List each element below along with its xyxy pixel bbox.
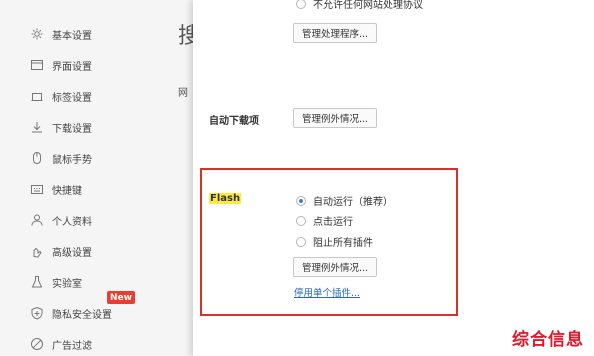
sidebar-item-label: 标签设置 [52, 92, 92, 104]
manage-handlers-button[interactable]: 管理处理程序... [293, 23, 378, 43]
mouse-icon [30, 151, 44, 165]
sidebar-item-label: 下载设置 [52, 123, 92, 135]
sidebar-item-interface-settings[interactable]: 界面设置 [30, 55, 92, 75]
keyboard-icon [30, 182, 44, 196]
advanced-icon [30, 244, 44, 258]
sidebar-item-tab-settings[interactable]: 标签设置 [30, 86, 92, 106]
sidebar-item-label: 隐私安全设置 [52, 309, 112, 321]
sidebar-item-basic-settings[interactable]: 基本设置 [30, 24, 92, 44]
person-icon [30, 213, 44, 227]
radio-unchecked[interactable] [296, 0, 306, 9]
sidebar-item-label: 界面设置 [52, 61, 92, 73]
protocol-option-label: 不允许任何网站处理协议 [313, 0, 423, 11]
sidebar-item-label: 个人资料 [52, 216, 92, 228]
window-icon [30, 58, 44, 72]
sidebar-item-label: 快捷键 [52, 185, 82, 197]
sidebar-item-advanced-settings[interactable]: 高级设置 [30, 241, 92, 261]
auto-download-manage-exceptions-button[interactable]: 管理例外情况... [293, 108, 378, 128]
flash-highlight-box [200, 168, 458, 316]
sidebar-item-label: 广告过滤 [52, 340, 92, 352]
sidebar-item-mouse-gestures[interactable]: 鼠标手势 [30, 148, 92, 168]
gear-icon [30, 27, 44, 41]
tab-icon [30, 89, 44, 103]
sidebar-item-label: 鼠标手势 [52, 154, 92, 166]
sidebar-item-label: 高级设置 [52, 247, 92, 259]
download-icon [30, 120, 44, 134]
sidebar-item-label: 基本设置 [52, 30, 92, 42]
sidebar-item-shortcuts[interactable]: 快捷键 [30, 179, 82, 199]
watermark-text: 综合信息 [512, 330, 584, 350]
sidebar-item-download-settings[interactable]: 下载设置 [30, 117, 92, 137]
sidebar-item-privacy-security[interactable]: 隐私安全设置 [30, 303, 112, 323]
sidebar-item-ad-filter[interactable]: 广告过滤 [30, 334, 92, 354]
protocol-option[interactable]: 不允许任何网站处理协议 [296, 0, 423, 11]
auto-download-label: 自动下载项 [209, 116, 259, 127]
sidebar-item-label: 实验室 [52, 278, 82, 290]
block-icon [30, 337, 44, 351]
shield-icon [30, 306, 44, 320]
flask-icon [30, 275, 44, 289]
sidebar-item-profile[interactable]: 个人资料 [30, 210, 92, 230]
sidebar-item-lab[interactable]: 实验室 [30, 272, 82, 292]
section-heading-peek: 网 [178, 88, 188, 99]
settings-sidebar: 基本设置 界面设置 标签设置 下载设置 鼠标手势 快捷键 个人资料 高级设置 实… [0, 0, 194, 356]
